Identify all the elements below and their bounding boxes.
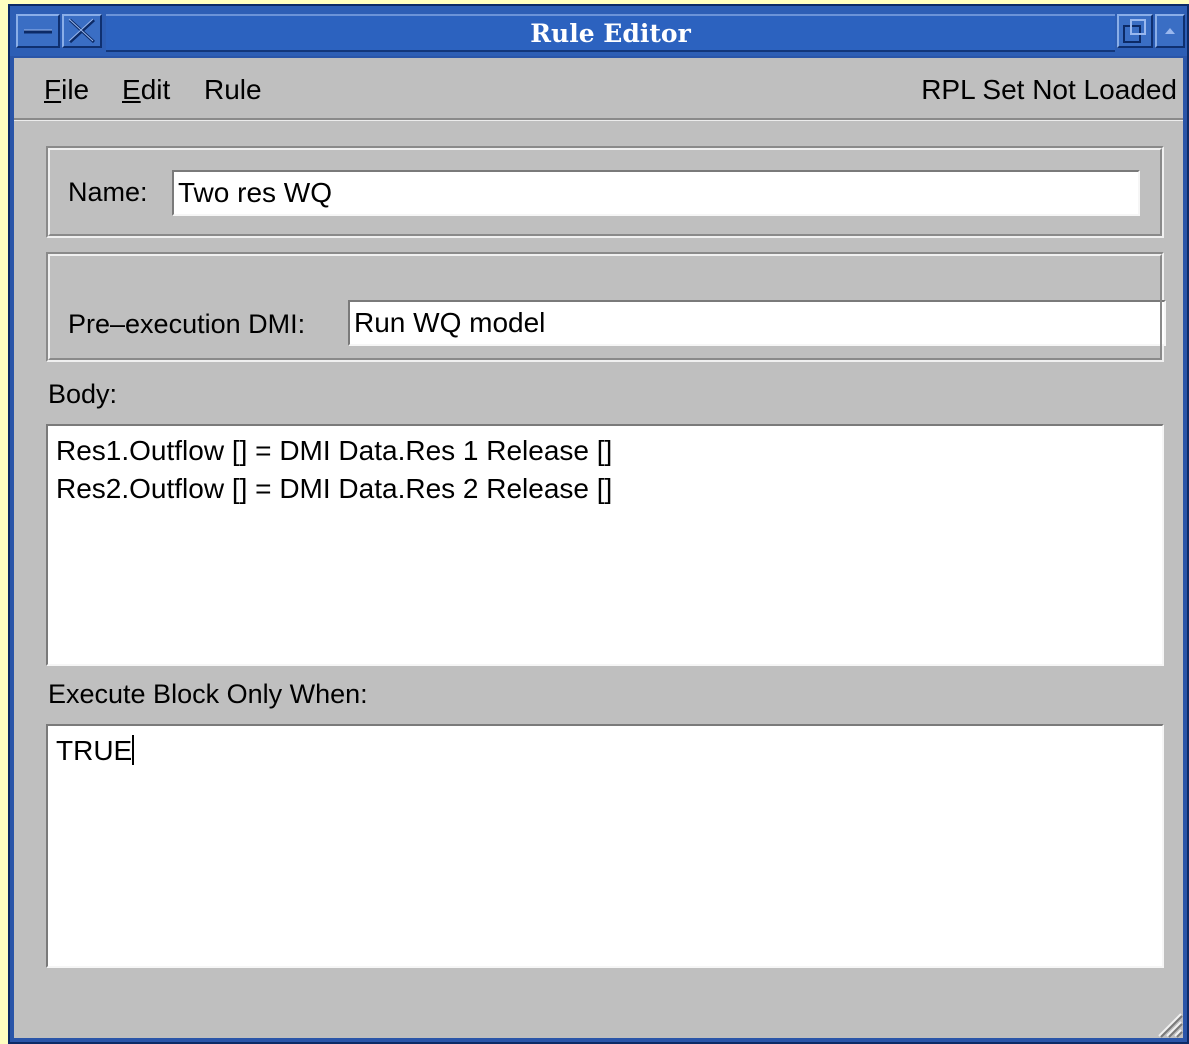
menu-edit[interactable]: Edit: [122, 74, 170, 106]
name-label: Name:: [68, 177, 148, 207]
minimize-icon[interactable]: [16, 14, 60, 48]
body-textarea[interactable]: Res1.Outflow [] = DMI Data.Res 1 Release…: [46, 424, 1164, 666]
maximize-icon[interactable]: [1117, 14, 1153, 48]
menu-file[interactable]: File: [44, 74, 89, 106]
title-area[interactable]: Rule Editor: [106, 14, 1115, 52]
pre-execution-dmi-group: Pre–execution DMI: Run WQ model: [46, 252, 1166, 362]
close-icon[interactable]: [62, 14, 102, 48]
name-group: Name: Two res WQ: [46, 146, 1164, 238]
window-title: Rule Editor: [530, 19, 691, 48]
title-bar[interactable]: Rule Editor: [10, 6, 1187, 56]
window-frame: Rule Editor File Edit Rule RPL Set Not L…: [8, 4, 1189, 1044]
execute-condition-label: Execute Block Only When:: [48, 679, 368, 709]
resize-grip-icon[interactable]: [1153, 1008, 1183, 1038]
window-content: File Edit Rule RPL Set Not Loaded Name: …: [14, 58, 1183, 1038]
text-cursor: [132, 735, 135, 765]
execute-condition-text: TRUE: [56, 735, 133, 766]
pre-execution-dmi-field[interactable]: Run WQ model: [348, 300, 1166, 346]
shade-icon[interactable]: [1155, 14, 1185, 48]
name-field[interactable]: Two res WQ: [172, 170, 1140, 216]
pre-execution-dmi-label: Pre–execution DMI:: [68, 309, 306, 339]
menu-rule[interactable]: Rule: [204, 74, 262, 106]
menu-bar: File Edit Rule RPL Set Not Loaded: [14, 58, 1183, 120]
body-label: Body:: [48, 379, 118, 409]
execute-condition-textarea[interactable]: TRUE: [46, 724, 1164, 968]
rpl-status-text: RPL Set Not Loaded: [921, 74, 1177, 105]
body-line: Res1.Outflow [] = DMI Data.Res 1 Release…: [56, 435, 613, 466]
body-line: Res2.Outflow [] = DMI Data.Res 2 Release…: [56, 473, 613, 504]
